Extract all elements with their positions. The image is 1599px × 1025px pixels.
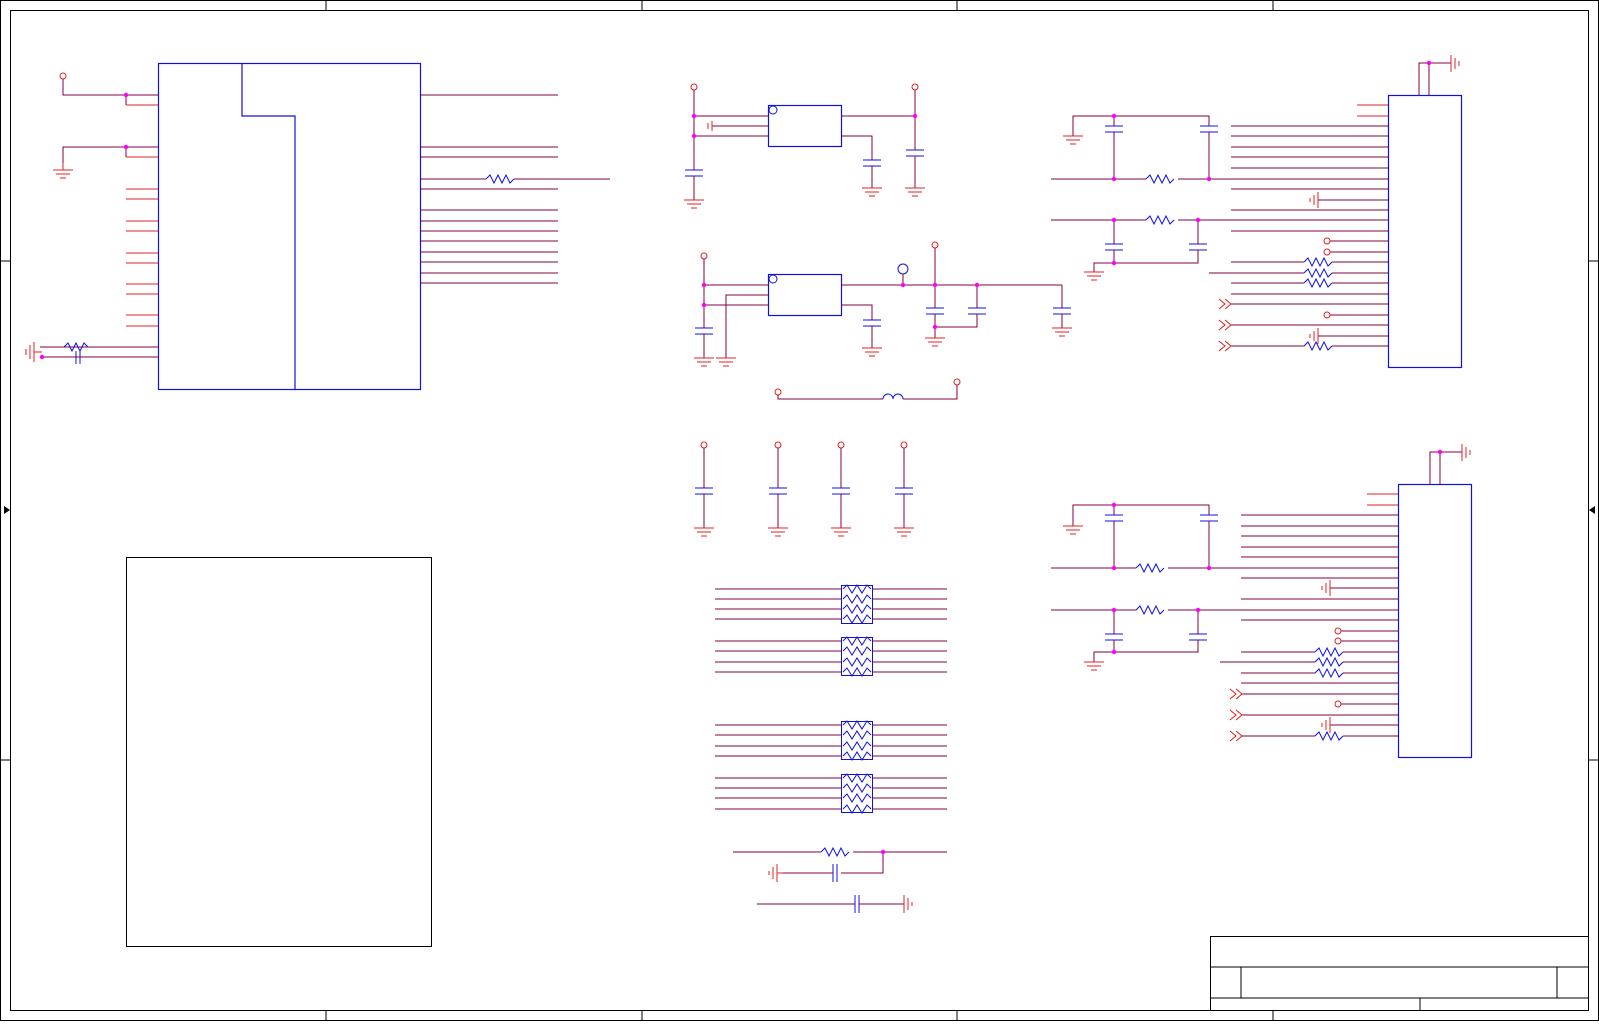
ground-icon (694, 527, 914, 537)
bottom-rc (733, 846, 947, 913)
resistor-icon (485, 173, 515, 185)
decoupling-caps (695, 441, 913, 528)
ground-icon (25, 342, 42, 362)
frame-arrow-left (4, 506, 10, 514)
junctions-conn1 (1111, 60, 1432, 266)
main-ic (157, 62, 422, 391)
junctions-left (39, 92, 129, 360)
junction (880, 849, 886, 855)
resistor-arrays (715, 584, 947, 814)
ground-icon (1063, 525, 1104, 671)
inductor (774, 378, 961, 400)
title-block (1210, 936, 1589, 1011)
crystal-icon (63, 341, 89, 364)
schematic-sheet (0, 0, 1599, 1021)
regulator-1 (685, 83, 924, 200)
ground-icon (684, 187, 925, 209)
junctions-reg2 (701, 282, 980, 330)
regulator-2 (695, 241, 1071, 358)
schematic-canvas (0, 0, 1599, 1021)
sheet-frame (0, 0, 1599, 1021)
notes-box (126, 557, 432, 947)
ground-icon (53, 163, 73, 179)
ground-icon (1063, 135, 1104, 281)
main-ic-left-wires (40, 72, 158, 358)
frame-arrow-right (1589, 506, 1595, 514)
ground-icon (694, 327, 1072, 367)
main-ic-right-wires (421, 94, 610, 284)
junctions-conn2 (1111, 449, 1443, 655)
connector-2 (1051, 444, 1473, 759)
connector-1 (1051, 55, 1463, 369)
